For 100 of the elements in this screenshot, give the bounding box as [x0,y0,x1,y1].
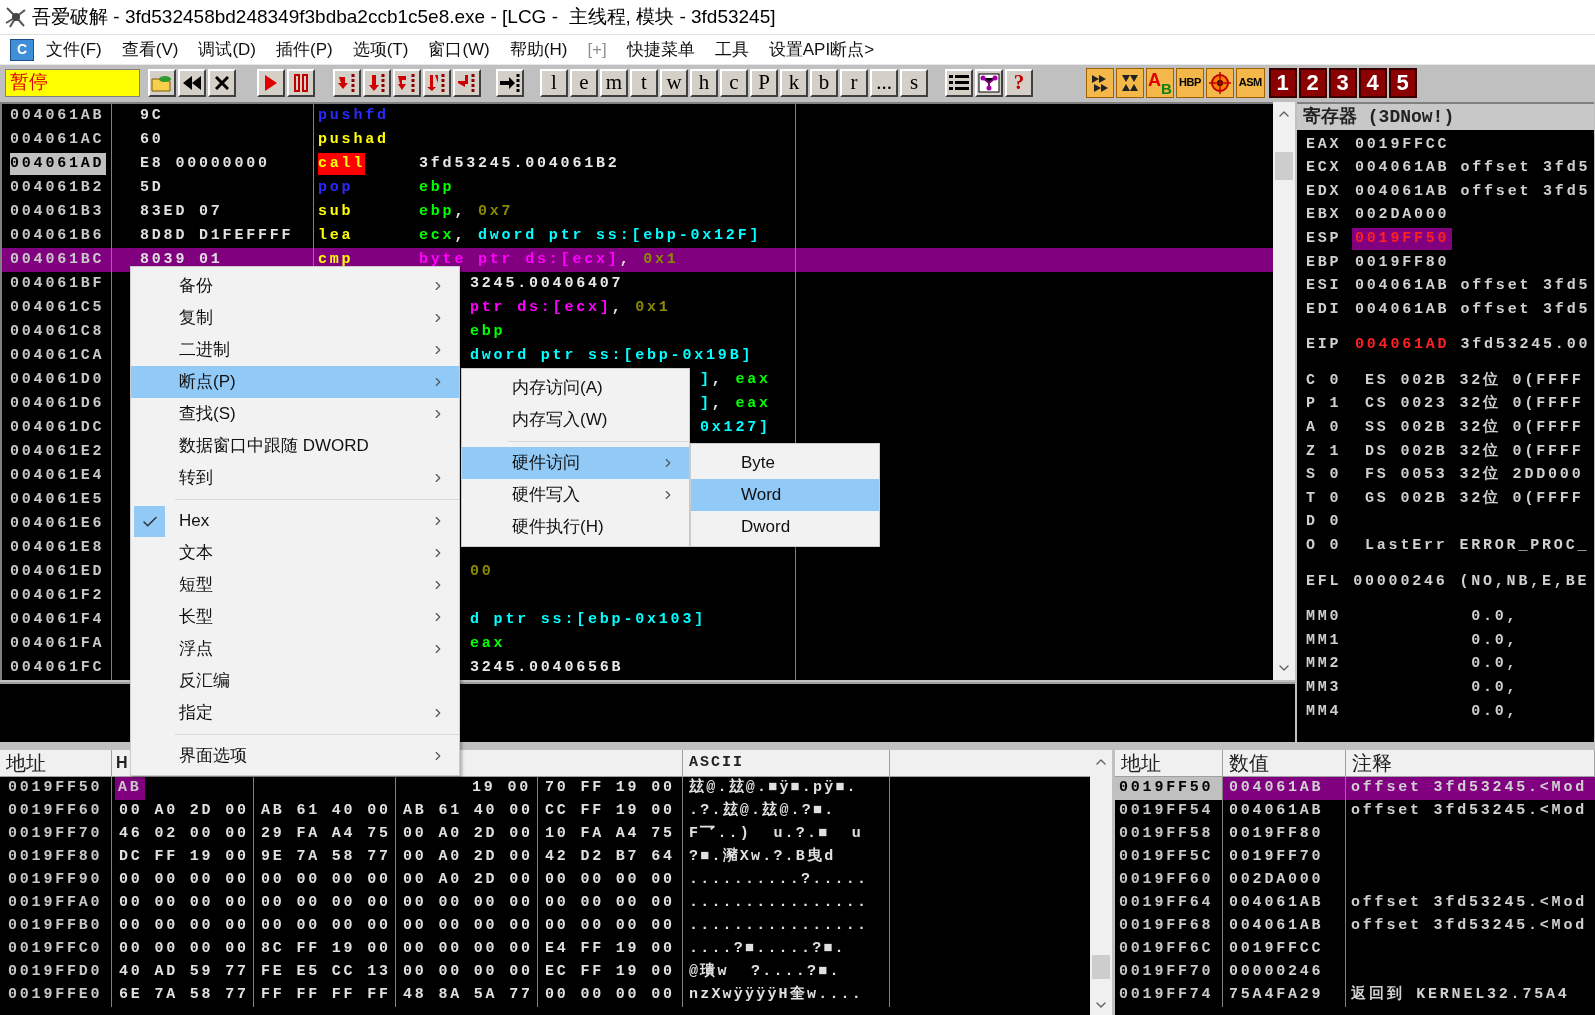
scrollbar-thumb[interactable] [1092,955,1110,979]
menu-item[interactable]: 设置API断点> [768,36,875,63]
menu-item[interactable]: 硬件访问 [462,447,689,479]
stack-row[interactable]: 0019FF60 002DA000 [1115,869,1595,892]
register-value[interactable]: 0019FFCC [1355,133,1450,157]
menu-item[interactable]: 文件(F) [46,36,102,63]
window-button[interactable]: P [750,68,778,97]
column-header[interactable]: 注释 [1346,750,1595,776]
menu-item[interactable]: 浮点 [131,633,459,665]
menu-item[interactable]: Word [691,479,879,511]
menu-item[interactable]: 界面选项 [131,740,459,772]
stack-row[interactable]: 0019FF5C 0019FF70 [1115,846,1595,869]
number-button[interactable]: 4 [1358,67,1387,98]
menu-item[interactable]: 窗口(W) [428,36,490,63]
disassembly-row[interactable]: 004061B3 83ED 07 sub ebp, 0x7 [2,200,1273,224]
toolbar-button[interactable]: HBP [1176,67,1204,98]
number-button[interactable]: 5 [1388,67,1417,98]
menu-item[interactable]: 查看(V) [121,36,179,63]
window-button[interactable]: l [540,68,568,97]
close-button[interactable] [208,68,236,97]
menu-item[interactable]: 短型 [131,569,459,601]
column-header[interactable]: 地址 [0,750,112,776]
toolbar-button[interactable]: ASM [1235,67,1265,98]
dump-scrollbar[interactable] [1090,750,1112,1015]
animate-over-button[interactable] [1116,67,1144,98]
window-button[interactable]: b [810,68,838,97]
menu-item[interactable]: 工具 [714,36,749,63]
menu-item[interactable]: 内存写入(W) [462,404,689,436]
menu-item[interactable]: 反汇编 [131,665,459,697]
stack-row[interactable]: 0019FF64 004061AB offset 3fd53245.<Mod [1115,892,1595,915]
window-button[interactable]: k [780,68,808,97]
trace-into-button[interactable] [393,68,421,97]
menu-item[interactable]: Byte [691,447,879,479]
help-button[interactable]: ? [1005,68,1033,97]
run-button[interactable] [257,68,285,97]
number-button[interactable]: 1 [1268,67,1297,98]
step-into-button[interactable] [333,68,361,97]
window-button[interactable]: ... [870,68,898,97]
window-button[interactable]: w [660,68,688,97]
column-header[interactable]: ASCII [683,750,890,776]
menu-item[interactable]: 复制 [131,302,459,334]
column-header[interactable]: 地址 [1115,750,1223,776]
stack-row[interactable]: 0019FF74 75A4FA29 返回到 KERNEL32.75A4 [1115,984,1595,1007]
menu-item[interactable]: 插件(P) [276,36,333,63]
graph-button[interactable] [975,68,1003,97]
number-button[interactable]: 2 [1298,67,1327,98]
disassembly-row[interactable]: 004061AD E8 00000000 call 3fd53245.004061B2 [2,152,1273,176]
hex-byte[interactable]: AB [115,777,145,800]
menu-item[interactable]: 长型 [131,601,459,633]
menu-item[interactable]: 选项(T) [352,36,409,63]
menu-item[interactable]: 内存访问(A) [462,372,689,404]
number-button[interactable]: 3 [1328,67,1357,98]
menu-item[interactable]: 快捷菜单 [626,36,695,63]
register-value[interactable]: 004061AB [1355,275,1450,298]
window-button[interactable]: r [840,68,868,97]
menu-item[interactable]: 硬件执行(H) [462,511,689,543]
stack-row[interactable]: 0019FF70 00000246 [1115,961,1595,984]
restart-button[interactable] [178,68,206,97]
stack-row[interactable]: 0019FF68 004061AB offset 3fd53245.<Mod [1115,915,1595,938]
menu-item[interactable]: 调试(D) [198,36,256,63]
step-over-button[interactable] [363,68,391,97]
menu-item[interactable]: 断点(P) [131,366,459,398]
menu-item[interactable]: 帮助(H) [509,36,568,63]
stack-row[interactable]: 0019FF58 0019FF80 [1115,823,1595,846]
window-button[interactable]: e [570,68,598,97]
scrollbar-thumb[interactable] [1275,152,1293,180]
stack-row[interactable]: 0019FF54 004061AB offset 3fd53245.<Mod [1115,800,1595,823]
disassembly-row[interactable]: 004061AB 9C pushfd [2,104,1273,128]
menu-item[interactable]: 查找(S) [131,398,459,430]
menu-item[interactable]: 指定 [131,697,459,729]
register-value[interactable]: 002DA000 [1355,204,1450,227]
window-button[interactable]: t [630,68,658,97]
stack-row[interactable]: 0019FF6C 0019FFCC [1115,938,1595,961]
register-value[interactable]: 004061AB [1355,157,1450,180]
menu-item[interactable]: 文本 [131,537,459,569]
register-value[interactable]: 004061AD [1355,334,1450,357]
disassembly-row[interactable]: 004061BC 8039 01 cmp byte ptr ds:[ecx], 0x1 [2,248,1273,272]
menu-item[interactable]: Hex [131,505,459,537]
list-button[interactable] [945,68,973,97]
menu-item[interactable]: 二进制 [131,334,459,366]
pause-button[interactable] [287,68,315,97]
menu-item[interactable]: Dword [691,511,879,543]
window-button[interactable]: s [900,68,928,97]
target-button[interactable] [1205,67,1234,98]
trace-over-button[interactable] [423,68,451,97]
execute-till-button[interactable] [496,68,524,97]
menu-item[interactable]: 数据窗口中跟随 DWORD [131,430,459,462]
disassembly-row[interactable]: 004061AC 60 pushad [2,128,1273,152]
animate-into-button[interactable] [1086,67,1114,98]
window-button[interactable]: m [600,68,628,97]
register-value[interactable]: 004061AB [1355,298,1450,322]
disassembly-scrollbar[interactable] [1273,102,1295,680]
disassembly-row[interactable]: 004061B2 5D pop ebp [2,176,1273,200]
menu-item[interactable]: 转到 [131,462,459,494]
window-button[interactable]: c [720,68,748,97]
menu-item[interactable]: 硬件写入 [462,479,689,511]
register-value[interactable]: 0019FF80 [1355,251,1450,274]
open-folder-button[interactable] [148,68,176,97]
register-value[interactable]: 004061AB [1355,180,1450,204]
window-button[interactable]: h [690,68,718,97]
